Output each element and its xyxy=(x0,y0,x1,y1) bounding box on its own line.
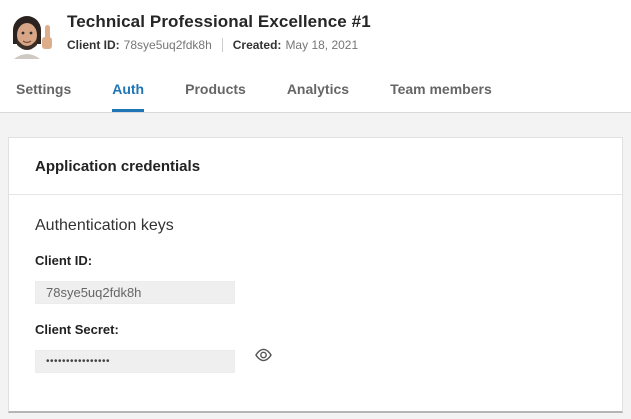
eye-icon xyxy=(254,348,273,362)
reveal-secret-button[interactable] xyxy=(252,346,275,364)
card-title: Application credentials xyxy=(9,138,622,195)
client-id-label: Client ID: xyxy=(67,38,120,52)
section-title-authentication-keys: Authentication keys xyxy=(35,217,596,235)
client-id-field-label: Client ID: xyxy=(35,253,596,268)
tab-settings[interactable]: Settings xyxy=(16,81,71,112)
tab-products[interactable]: Products xyxy=(185,81,246,112)
tab-bar: Settings Auth Products Analytics Team me… xyxy=(0,59,631,113)
client-secret-field-label: Client Secret: xyxy=(35,322,596,337)
created-value: May 18, 2021 xyxy=(285,38,358,52)
page-header: Technical Professional Excellence #1 Cli… xyxy=(0,0,631,113)
tab-auth[interactable]: Auth xyxy=(112,81,144,112)
avatar-photo xyxy=(8,11,56,59)
avatar xyxy=(8,11,56,59)
meta-divider xyxy=(222,38,223,52)
application-credentials-card: Application credentials Authentication k… xyxy=(8,137,623,413)
page-title: Technical Professional Excellence #1 xyxy=(67,12,371,32)
client-id-value: 78sye5uq2fdk8h xyxy=(124,38,212,52)
header-meta: Client ID: 78sye5uq2fdk8h Created: May 1… xyxy=(67,38,371,52)
tab-team-members[interactable]: Team members xyxy=(390,81,492,112)
client-secret-input[interactable] xyxy=(35,350,235,373)
main-content: Application credentials Authentication k… xyxy=(0,113,631,419)
created-label: Created: xyxy=(233,38,282,52)
client-id-input[interactable] xyxy=(35,281,235,304)
tab-analytics[interactable]: Analytics xyxy=(287,81,349,112)
